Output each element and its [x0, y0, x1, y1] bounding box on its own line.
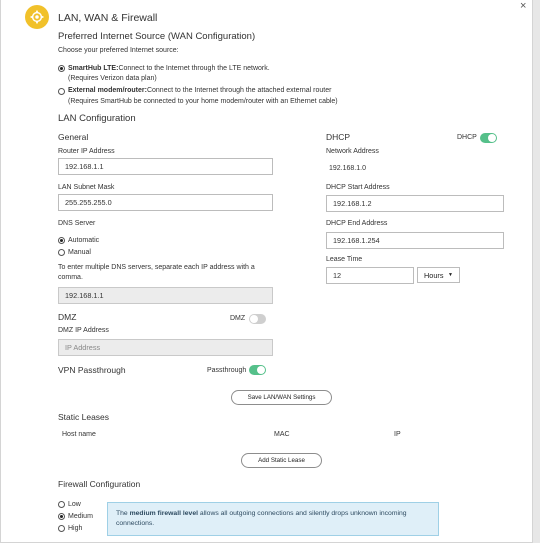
wan-external-note: (Requires SmartHub be connected to your …	[68, 98, 338, 105]
close-icon[interactable]: ×	[520, 0, 526, 12]
lan-section-title: LAN Configuration	[58, 113, 136, 124]
firewall-high-label[interactable]: High	[68, 525, 82, 532]
dhcp-end-label: DHCP End Address	[326, 220, 388, 227]
dhcp-start-input[interactable]: 192.168.1.2	[326, 195, 504, 212]
wan-external-option[interactable]: External modem/router:Connect to the Int…	[68, 87, 331, 94]
col-ip: IP	[394, 431, 401, 438]
dns-manual-label[interactable]: Manual	[68, 249, 91, 256]
wan-lte-note: (Requires Verizon data plan)	[68, 75, 157, 82]
dmz-toggle-label: DMZ	[230, 315, 246, 322]
col-host-name: Host name	[62, 431, 96, 438]
vpn-title: VPN Passthrough	[58, 365, 126, 375]
router-ip-label: Router IP Address	[58, 148, 115, 155]
caret-down-icon: ▼	[448, 272, 453, 278]
dialog-title: LAN, WAN & Firewall	[58, 12, 158, 24]
subnet-input[interactable]: 255.255.255.0	[58, 194, 273, 211]
firewall-low-label[interactable]: Low	[68, 501, 81, 508]
firewall-medium-radio[interactable]	[58, 513, 65, 520]
dmz-title: DMZ	[58, 312, 77, 322]
dhcp-toggle[interactable]	[480, 133, 497, 143]
lease-time-label: Lease Time	[326, 256, 363, 263]
dhcp-start-label: DHCP Start Address	[326, 184, 390, 191]
dns-manual-radio[interactable]	[58, 249, 65, 256]
router-ip-input[interactable]: 192.168.1.1	[58, 158, 273, 175]
network-address-value: 192.168.1.0	[329, 165, 366, 172]
wan-lte-radio[interactable]	[58, 65, 65, 72]
dhcp-title: DHCP	[326, 132, 351, 142]
dns-hint: To enter multiple DNS servers, separate …	[58, 264, 255, 281]
dns-automatic-radio[interactable]	[58, 237, 65, 244]
vpn-toggle-label: Passthrough	[207, 367, 247, 374]
general-title: General	[58, 132, 89, 142]
network-address-label: Network Address	[326, 148, 379, 155]
add-static-lease-button[interactable]: Add Static Lease	[241, 453, 322, 468]
vpn-passthrough-toggle[interactable]	[249, 365, 266, 375]
firewall-high-radio[interactable]	[58, 525, 65, 532]
wan-prompt: Choose your preferred Internet source:	[58, 47, 179, 54]
lease-time-input[interactable]: 12	[326, 267, 414, 284]
dmz-ip-label: DMZ IP Address	[58, 327, 109, 334]
lease-unit-select[interactable]: Hours ▼	[417, 267, 460, 283]
firewall-info-box: The medium firewall level allows all out…	[107, 502, 439, 536]
settings-dialog: LAN, WAN & Firewall × Preferred Internet…	[0, 0, 533, 543]
firewall-low-radio[interactable]	[58, 501, 65, 508]
dns-automatic-label[interactable]: Automatic	[68, 237, 99, 244]
col-mac: MAC	[274, 431, 290, 438]
dhcp-end-input[interactable]: 192.168.1.254	[326, 232, 504, 249]
save-lan-wan-button[interactable]: Save LAN/WAN Settings	[231, 390, 332, 405]
dns-label: DNS Server	[58, 220, 96, 227]
wan-external-radio[interactable]	[58, 88, 65, 95]
wan-section-title: Preferred Internet Source (WAN Configura…	[58, 31, 256, 42]
wan-lte-option[interactable]: SmartHub LTE:Connect to the Internet thr…	[68, 65, 270, 72]
firewall-medium-label[interactable]: Medium	[68, 513, 93, 520]
dns-input[interactable]: 192.168.1.1	[58, 287, 273, 304]
gear-icon	[25, 5, 49, 29]
dhcp-toggle-label: DHCP	[457, 134, 477, 141]
subnet-label: LAN Subnet Mask	[58, 184, 115, 191]
dmz-ip-input[interactable]: IP Address	[58, 339, 273, 356]
static-leases-title: Static Leases	[58, 412, 110, 422]
dmz-toggle[interactable]	[249, 314, 266, 324]
firewall-title: Firewall Configuration	[58, 479, 141, 489]
